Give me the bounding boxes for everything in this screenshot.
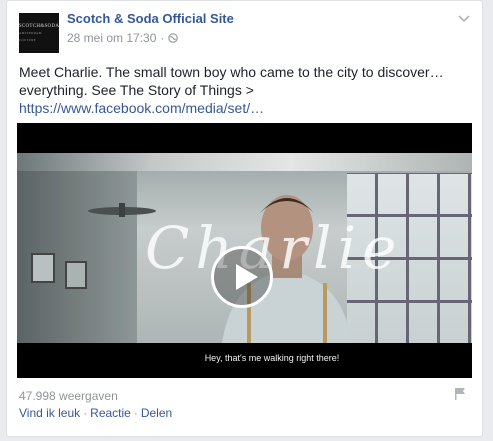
post-link[interactable]: https://www.facebook.com/media/set/… [19, 99, 471, 117]
wall-frame-shape [31, 253, 55, 283]
post-text: Meet Charlie. The small town boy who cam… [19, 63, 471, 117]
flag-icon[interactable] [454, 387, 466, 401]
post-card: SCOTCH&SODA AMSTERDAM COUTURE Scotch & S… [6, 0, 483, 437]
action-separator: · [133, 406, 138, 420]
post-message: Meet Charlie. The small town boy who cam… [19, 64, 444, 98]
video-frame: Charlie Hey, that's me walking right the… [17, 153, 472, 363]
like-link[interactable]: Vind ik leuk [19, 406, 80, 420]
post-actions: Vind ik leuk · Reactie · Delen [19, 406, 172, 420]
globe-icon [168, 33, 179, 43]
chevron-down-icon[interactable] [456, 13, 472, 25]
post-timestamp[interactable]: 28 mei om 17:30 [67, 31, 156, 45]
share-link[interactable]: Delen [141, 406, 172, 420]
comment-link[interactable]: Reactie [90, 406, 131, 420]
avatar-wordmark: SCOTCH&SODA [18, 23, 60, 29]
wall-frame-shape [65, 261, 87, 289]
page-name-link[interactable]: Scotch & Soda Official Site [67, 11, 234, 26]
page-avatar[interactable]: SCOTCH&SODA AMSTERDAM COUTURE [19, 13, 59, 53]
video-subtitle: Hey, that's me walking right there! [204, 353, 340, 363]
play-button[interactable] [211, 246, 273, 308]
action-separator: · [83, 406, 88, 420]
frame-ceiling [17, 153, 472, 171]
video-player[interactable]: Charlie Hey, that's me walking right the… [17, 123, 472, 378]
meta-separator: · [160, 31, 165, 45]
post-meta: 28 mei om 17:30 · [67, 31, 179, 45]
play-icon [236, 264, 258, 290]
view-count: 47.998 weergaven [19, 389, 118, 403]
avatar-tagline: AMSTERDAM COUTURE [19, 30, 42, 42]
